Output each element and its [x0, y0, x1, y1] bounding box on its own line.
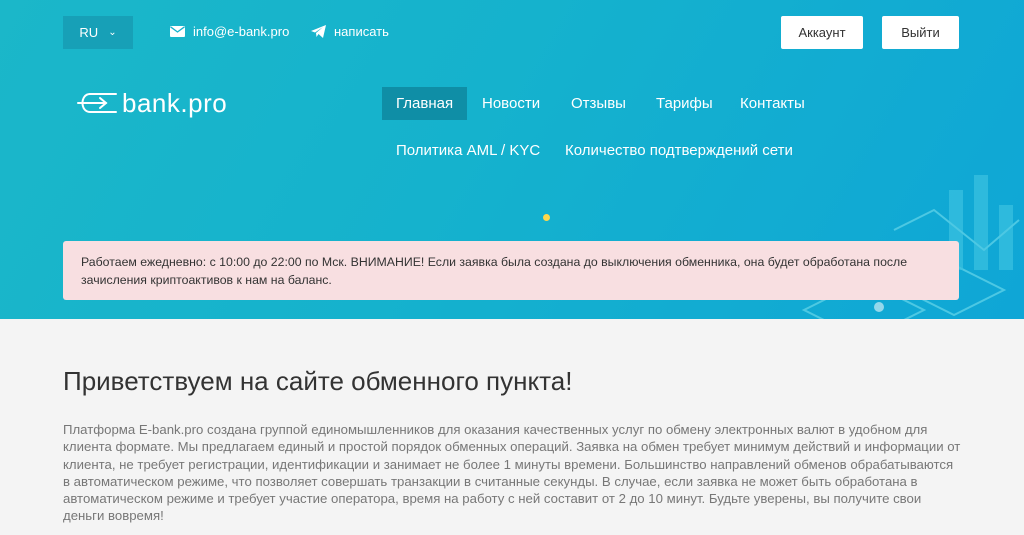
slider-dot[interactable]: [543, 214, 550, 221]
write-text: написать: [334, 24, 389, 39]
nav-confirmations[interactable]: Количество подтверждений сети: [551, 134, 807, 167]
notice-alert: Работаем ежедневно: с 10:00 до 22:00 по …: [63, 241, 959, 300]
chevron-down-icon: ⌄: [108, 26, 117, 38]
nav-news[interactable]: Новости: [468, 87, 554, 120]
account-button[interactable]: Аккаунт: [781, 16, 863, 49]
language-selector[interactable]: RU ⌄: [63, 16, 133, 49]
logo-text: bank.pro: [122, 87, 228, 118]
page-title: Приветствуем на сайте обменного пункта!: [63, 366, 573, 396]
nav-tariffs[interactable]: Тарифы: [642, 87, 727, 120]
nav-aml-kyc[interactable]: Политика AML / KYC: [382, 134, 554, 167]
envelope-icon: [170, 26, 185, 37]
nav-contacts[interactable]: Контакты: [726, 87, 819, 120]
telegram-icon: [311, 25, 326, 38]
write-link[interactable]: написать: [311, 24, 389, 39]
nav-home[interactable]: Главная: [382, 87, 468, 120]
site-logo[interactable]: bank.pro: [76, 86, 227, 120]
intro-paragraph: Платформа E-bank.pro создана группой еди…: [63, 422, 961, 524]
email-link[interactable]: info@e-bank.pro: [170, 24, 289, 39]
nav-reviews[interactable]: Отзывы: [557, 87, 640, 120]
email-text: info@e-bank.pro: [193, 24, 290, 39]
logout-button[interactable]: Выйти: [882, 16, 959, 49]
hero-banner: RU ⌄ info@e-bank.pro написать Аккаунт Вы…: [0, 0, 1024, 319]
language-label: RU: [79, 25, 99, 40]
logo-exchange-icon: [77, 93, 117, 113]
